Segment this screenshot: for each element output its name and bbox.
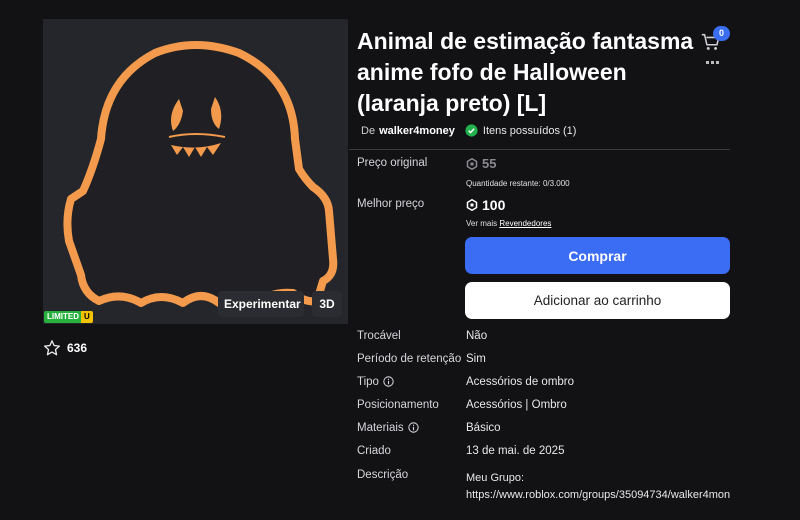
- info-icon[interactable]: [383, 376, 394, 387]
- best-price-label: Melhor preço: [357, 198, 425, 210]
- checkmark-icon: [465, 124, 478, 137]
- created-label: Criado: [357, 445, 391, 457]
- cart-count-badge: 0: [713, 26, 730, 41]
- limited-badge: LIMITED U: [44, 311, 93, 323]
- hold-period-value: Sim: [466, 353, 486, 365]
- description-value: Meu Grupo: https://www.roblox.com/groups…: [466, 470, 730, 504]
- byline-prefix: De: [361, 124, 376, 137]
- item-title: Animal de estimação fantasma anime fofo …: [357, 28, 694, 116]
- type-label-text: Tipo: [357, 376, 379, 388]
- materials-label-text: Materiais: [357, 422, 404, 434]
- star-icon: [43, 340, 61, 356]
- created-value: 13 de mai. de 2025: [466, 445, 565, 457]
- remaining-quantity: Quantidade restante: 0/3.000: [466, 179, 570, 188]
- limited-badge-label: LIMITED: [44, 311, 81, 323]
- see-more-prefix: Ver mais: [466, 219, 498, 228]
- item-thumbnail: [43, 19, 348, 324]
- robux-icon: [466, 199, 478, 211]
- owned-items-label: Itens possuídos (1): [482, 124, 577, 137]
- creator-link[interactable]: walker4money: [379, 125, 455, 137]
- description-label: Descrição: [357, 469, 409, 481]
- ghost-thumbnail-icon: [63, 41, 338, 309]
- see-more-resellers: Ver mais Revendedores: [466, 219, 551, 228]
- add-to-cart-button[interactable]: Adicionar ao carrinho: [465, 282, 730, 319]
- tradable-value: Não: [466, 330, 488, 342]
- materials-value: Básico: [466, 422, 501, 434]
- limited-badge-unique: U: [81, 311, 93, 323]
- resellers-link[interactable]: Revendedores: [499, 219, 551, 228]
- favorite-count: 636: [67, 341, 88, 355]
- view-3d-button[interactable]: 3D: [312, 291, 342, 317]
- try-on-button[interactable]: Experimentar: [218, 291, 304, 317]
- materials-label: Materiais: [357, 422, 419, 434]
- hold-period-label: Período de retenção: [357, 353, 462, 365]
- original-price-value: 55: [482, 156, 497, 171]
- description-link[interactable]: https://www.roblox.com/groups/35094734/w…: [466, 487, 730, 504]
- info-icon[interactable]: [407, 422, 419, 433]
- divider: [349, 149, 730, 150]
- best-price: 100: [466, 197, 505, 213]
- robux-icon: [466, 157, 478, 170]
- description-line: Meu Grupo:: [466, 472, 525, 484]
- more-options-icon[interactable]: [706, 61, 719, 64]
- placement-value: Acessórios | Ombro: [466, 399, 567, 411]
- original-price: 55: [466, 156, 496, 171]
- original-price-label: Preço original: [357, 157, 428, 169]
- tradable-label: Trocável: [357, 330, 401, 342]
- byline: De walker4money Itens possuídos (1): [361, 124, 576, 137]
- buy-button[interactable]: Comprar: [465, 237, 730, 274]
- favorite-button[interactable]: 636: [43, 339, 87, 357]
- type-value: Acessórios de ombro: [466, 376, 575, 388]
- placement-label: Posicionamento: [357, 399, 439, 411]
- type-label: Tipo: [357, 376, 394, 388]
- best-price-value: 100: [482, 197, 506, 213]
